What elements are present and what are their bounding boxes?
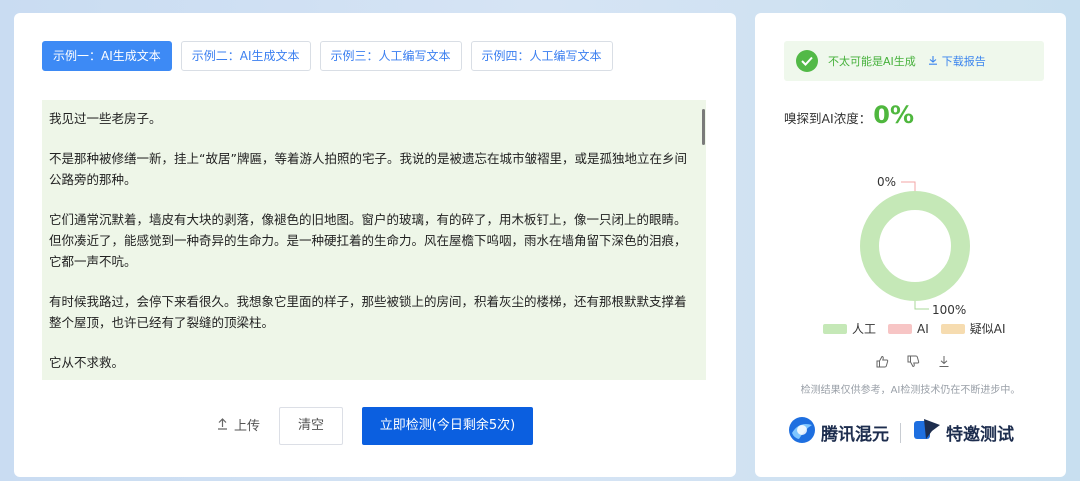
- download-icon[interactable]: [938, 353, 950, 372]
- detect-button[interactable]: 立即检测(今日剩余5次): [362, 407, 533, 445]
- check-icon: [796, 50, 818, 72]
- leader-line-human: [914, 301, 929, 310]
- input-panel: 示例一：AI生成文本 示例二：AI生成文本 示例三：人工编写文本 示例四：人工编…: [14, 13, 736, 477]
- brand-logos: 腾讯混元 特邀测试: [787, 415, 1014, 450]
- legend-label-ai: AI: [917, 321, 929, 336]
- clear-button[interactable]: 清空: [279, 407, 343, 445]
- legend-label-human: 人工: [852, 322, 877, 336]
- paragraph: 我见过一些老房子。: [49, 111, 162, 126]
- brand-special-test-label: 特邀测试: [946, 425, 1014, 445]
- thumbs-up-icon[interactable]: [876, 353, 889, 372]
- ratio-label: 嗅探到AI浓度：: [784, 111, 872, 126]
- ai-donut-chart: 0% 100%: [860, 175, 970, 317]
- legend-swatch-ai: [888, 323, 913, 334]
- download-report-link[interactable]: 下载报告: [928, 53, 986, 69]
- data-label-human: 100%: [932, 303, 966, 317]
- paragraph: 它们通常沉默着，墙皮有大块的剥落，像褪色的旧地图。窗户的玻璃，有的碎了，用木板钉…: [49, 212, 687, 269]
- brand-special-test: 特邀测试: [912, 417, 1014, 448]
- data-label-ai: 0%: [877, 175, 896, 189]
- disclaimer-text: 检测结果仅供参考，AI检测技术仍在不断进步中。: [800, 385, 1021, 396]
- thumbs-down-icon[interactable]: [907, 353, 920, 372]
- legend-item-ai[interactable]: AI: [888, 322, 929, 336]
- paragraph: 有时候我路过，会停下来看很久。我想象它里面的样子，那些被锁上的房间，积着灰尘的楼…: [49, 294, 687, 330]
- donut-slice-人工[interactable]: [860, 191, 970, 301]
- legend-swatch-suspected: [940, 323, 965, 334]
- tab-example-2[interactable]: 示例二：AI生成文本: [180, 41, 311, 71]
- ai-ratio: 嗅探到AI浓度： 0%: [784, 101, 914, 129]
- feedback-row: [876, 353, 950, 372]
- legend-swatch-human: [823, 323, 847, 334]
- action-bar: 上传 清空 立即检测(今日剩余5次): [14, 407, 736, 447]
- brand-divider: [900, 422, 901, 443]
- result-banner: 不太可能是AI生成 下载报告: [784, 41, 1044, 81]
- verdict-text: 不太可能是AI生成: [828, 55, 916, 68]
- leader-line-ai: [901, 181, 916, 191]
- result-panel: 不太可能是AI生成 下载报告 嗅探到AI浓度： 0% 0% 100% 人工 AI …: [755, 13, 1066, 477]
- brand-hunyuan-label: 腾讯混元: [821, 425, 889, 445]
- legend-item-suspected[interactable]: 疑似AI: [940, 320, 1006, 337]
- legend-label-suspected: 疑似AI: [969, 322, 1006, 336]
- tab-example-4[interactable]: 示例四：人工编写文本: [470, 41, 613, 71]
- tab-example-3[interactable]: 示例三：人工编写文本: [319, 41, 462, 71]
- scrollbar-thumb[interactable]: [702, 109, 705, 145]
- upload-button[interactable]: 上传: [217, 413, 260, 441]
- legend-item-human[interactable]: 人工: [823, 320, 876, 337]
- download-label: 下载报告: [941, 55, 986, 68]
- text-input-area[interactable]: 我见过一些老房子。 不是那种被修缮一新，挂上“故居”牌匾，等着游人拍照的宅子。我…: [42, 100, 706, 380]
- tab-example-1[interactable]: 示例一：AI生成文本: [42, 41, 172, 71]
- download-icon: [928, 55, 938, 68]
- brand-hunyuan: 腾讯混元: [787, 415, 889, 450]
- paragraph: 不是那种被修缮一新，挂上“故居”牌匾，等着游人拍照的宅子。我说的是被遗忘在城市皱…: [49, 151, 687, 187]
- paragraph: 它从不求救。: [49, 355, 125, 370]
- upload-icon: [217, 413, 228, 441]
- example-tabs: 示例一：AI生成文本 示例二：AI生成文本 示例三：人工编写文本 示例四：人工编…: [42, 41, 613, 71]
- chart-legend: 人工 AI 疑似AI: [823, 320, 1006, 337]
- ratio-value: 0%: [873, 101, 914, 129]
- upload-label: 上传: [234, 419, 261, 434]
- hunyuan-logo-icon: [787, 415, 817, 450]
- special-test-logo-icon: [912, 417, 942, 448]
